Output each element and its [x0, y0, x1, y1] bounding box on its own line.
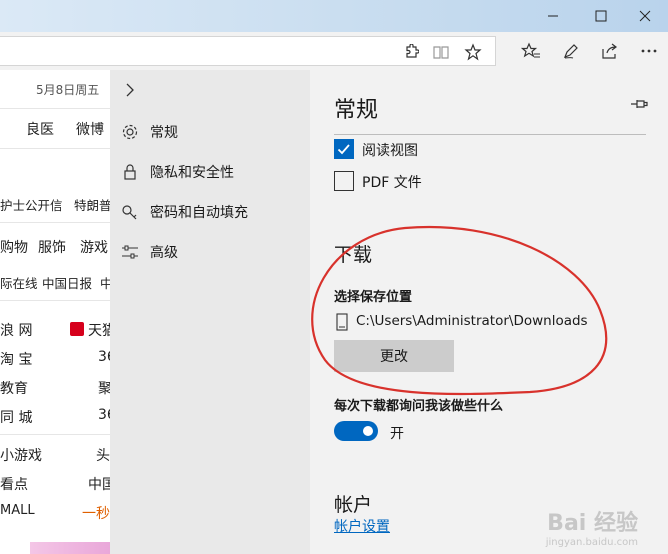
banner-image [30, 542, 110, 554]
nav-link[interactable]: 良医 [26, 119, 54, 139]
list-item[interactable]: 36 [98, 349, 110, 365]
nav-item-label: 常规 [150, 125, 178, 141]
nav-item-label: 隐私和安全性 [150, 165, 234, 181]
news-link[interactable]: 特朗普 [74, 195, 110, 214]
category-link[interactable]: 购物 [0, 237, 28, 257]
watermark-brand: Bai 经验 [547, 511, 638, 536]
minimize-icon [548, 15, 558, 17]
list-item[interactable]: 一秒 [82, 503, 110, 523]
nav-item-advanced[interactable]: 高级 [110, 232, 310, 272]
title-bar [0, 0, 668, 32]
minimize-button[interactable] [530, 0, 576, 32]
divider [0, 148, 110, 149]
site-link[interactable]: 中 [100, 273, 110, 292]
divider [0, 108, 110, 109]
maximize-icon [595, 10, 607, 22]
share-icon[interactable] [594, 32, 624, 70]
nav-item-passwords[interactable]: 密码和自动填充 [110, 192, 310, 232]
extensions-icon[interactable] [396, 33, 426, 71]
key-icon [110, 203, 150, 221]
list-item[interactable]: 聚 [98, 378, 110, 398]
list-item[interactable]: 小游戏 [0, 445, 42, 465]
list-item[interactable]: 天猫 [88, 320, 110, 340]
gear-icon [110, 123, 150, 141]
settings-nav-pane: 常规 隐私和安全性 密码和自动填充 高级 [110, 70, 310, 554]
list-item[interactable]: 头 [96, 445, 110, 465]
divider [0, 222, 110, 223]
lock-icon [110, 163, 150, 181]
collapse-chevron-icon[interactable] [124, 82, 136, 102]
nav-item-label: 高级 [150, 245, 178, 261]
category-link[interactable]: 游戏 [80, 237, 108, 257]
watermark-url: jingyan.baidu.com [545, 537, 638, 548]
list-item[interactable]: 同 城 [0, 407, 32, 427]
settings-panel: 常规 阅读视图 PDF 文件 下载 选择保存位置 C:\Users\Admini… [310, 70, 668, 554]
divider [0, 300, 110, 301]
list-item[interactable]: 看点 [0, 474, 28, 494]
maximize-button[interactable] [578, 0, 624, 32]
tmall-icon [70, 322, 84, 336]
list-item[interactable]: 淘 宝 [0, 349, 32, 369]
red-annotation-circle [311, 225, 608, 396]
list-item[interactable]: 教育 [0, 378, 28, 398]
news-link[interactable]: 护士公开信 [0, 195, 63, 214]
close-button[interactable] [622, 0, 668, 32]
divider [0, 434, 110, 435]
sliders-icon [110, 244, 150, 260]
browser-toolbar [0, 32, 668, 70]
more-icon[interactable] [634, 32, 664, 70]
list-item[interactable]: 浪 网 [0, 320, 32, 340]
watermark: Bai 经验 jingyan.baidu.com [546, 505, 638, 548]
address-bar[interactable] [0, 36, 496, 66]
pen-icon[interactable] [556, 32, 586, 70]
site-link[interactable]: 际在线 [0, 273, 38, 292]
date-label: 5月8日周五 [36, 83, 100, 97]
favorites-hub-icon[interactable] [516, 32, 546, 70]
list-item[interactable]: MALL [0, 503, 35, 518]
close-icon [639, 10, 651, 22]
nav-link[interactable]: 微博 [76, 119, 104, 139]
reading-view-icon[interactable] [426, 33, 456, 71]
list-item[interactable]: 36 [98, 407, 110, 423]
site-link[interactable]: 中国日报 [42, 273, 92, 292]
category-link[interactable]: 服饰 [38, 237, 66, 257]
background-webpage: 5月8日周五 良医 微博 护士公开信 特朗普 购物 服饰 游戏 际在线 中国日报… [0, 70, 110, 554]
favorite-star-icon[interactable] [458, 33, 488, 71]
nav-item-label: 密码和自动填充 [150, 205, 248, 221]
nav-item-privacy[interactable]: 隐私和安全性 [110, 152, 310, 192]
list-item[interactable]: 中国 [88, 474, 110, 494]
nav-item-general[interactable]: 常规 [110, 112, 310, 152]
